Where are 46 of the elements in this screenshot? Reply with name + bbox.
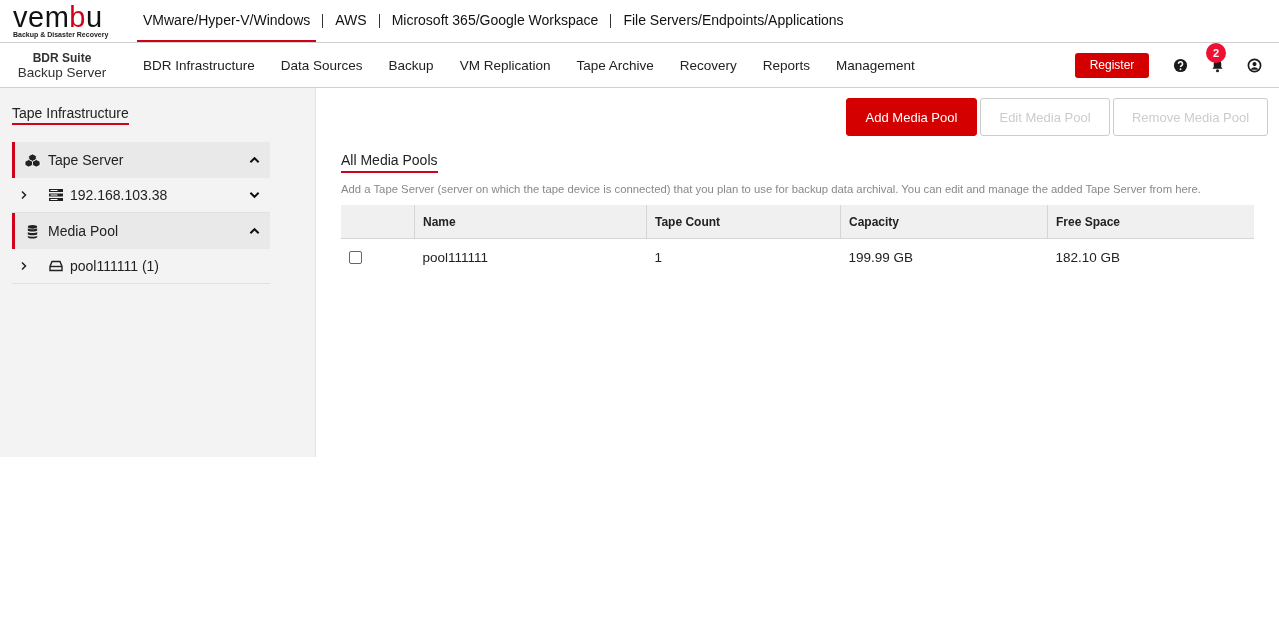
server-icon (49, 189, 63, 201)
action-button[interactable]: Add Media Pool (846, 98, 977, 136)
column-header: Free Space (1047, 205, 1254, 239)
nav-item[interactable]: Management (823, 43, 928, 87)
nav-item[interactable]: Reports (749, 43, 824, 87)
caret-icon[interactable] (21, 261, 27, 271)
sidebar-section-header[interactable]: Tape Server (12, 142, 270, 178)
nav-item[interactable]: Tape Archive (563, 43, 667, 87)
drive-icon (49, 260, 63, 272)
table-cell: pool111111 (414, 238, 647, 275)
nav-item[interactable]: Data Sources (267, 43, 376, 87)
chevron-up-icon[interactable] (249, 227, 260, 235)
suite-name: BDR Suite (32, 50, 92, 65)
section-label: Media Pool (48, 223, 119, 239)
product-tab[interactable]: VMware/Hyper-V/Windows (137, 0, 317, 42)
table-cell: 1 (646, 238, 841, 275)
notification-badge: 2 (1206, 42, 1226, 63)
product-tab[interactable]: File Servers/Endpoints/Applications (617, 0, 850, 42)
user-icon[interactable] (1247, 57, 1262, 73)
tree-item[interactable]: pool111111 (1) (12, 249, 270, 284)
caret-icon[interactable] (21, 190, 27, 200)
tree-item-label: pool111111 (1) (70, 258, 159, 274)
view-tab[interactable]: All Media Pools (341, 152, 438, 173)
table-cell: 182.10 GB (1047, 238, 1254, 275)
column-header: Name (414, 205, 647, 239)
register-button[interactable]: Register (1075, 52, 1149, 78)
column-header: Tape Count (646, 205, 841, 239)
help-icon[interactable] (1173, 57, 1188, 73)
server-role: Backup Server (17, 64, 107, 80)
chevron-down-icon[interactable] (249, 191, 260, 199)
product-tab[interactable]: Microsoft 365/Google Workspace (385, 0, 605, 42)
sidebar-title: Tape Infrastructure (12, 105, 129, 125)
chevron-up-icon[interactable] (249, 156, 260, 164)
cubes-icon (24, 152, 41, 168)
product-tab[interactable]: AWS (329, 0, 373, 42)
description-text: Add a Tape Server (server on which the tape device is connected) that you plan to use for backup data archival. You can edit and manage the added Tape Server from here. (341, 183, 1202, 195)
nav-item[interactable]: Backup (375, 43, 447, 87)
section-label: Tape Server (48, 152, 124, 168)
table-cell: 199.99 GB (840, 238, 1048, 275)
tree-item-label: 192.168.103.38 (70, 187, 168, 203)
row-checkbox[interactable] (349, 251, 362, 265)
nav-item[interactable]: Recovery (666, 43, 750, 87)
nav-item[interactable]: BDR Infrastructure (130, 43, 268, 87)
nav-item[interactable]: VM Replication (446, 43, 564, 87)
column-header: Capacity (840, 205, 1048, 239)
sidebar-section-header[interactable]: Media Pool (12, 213, 270, 249)
